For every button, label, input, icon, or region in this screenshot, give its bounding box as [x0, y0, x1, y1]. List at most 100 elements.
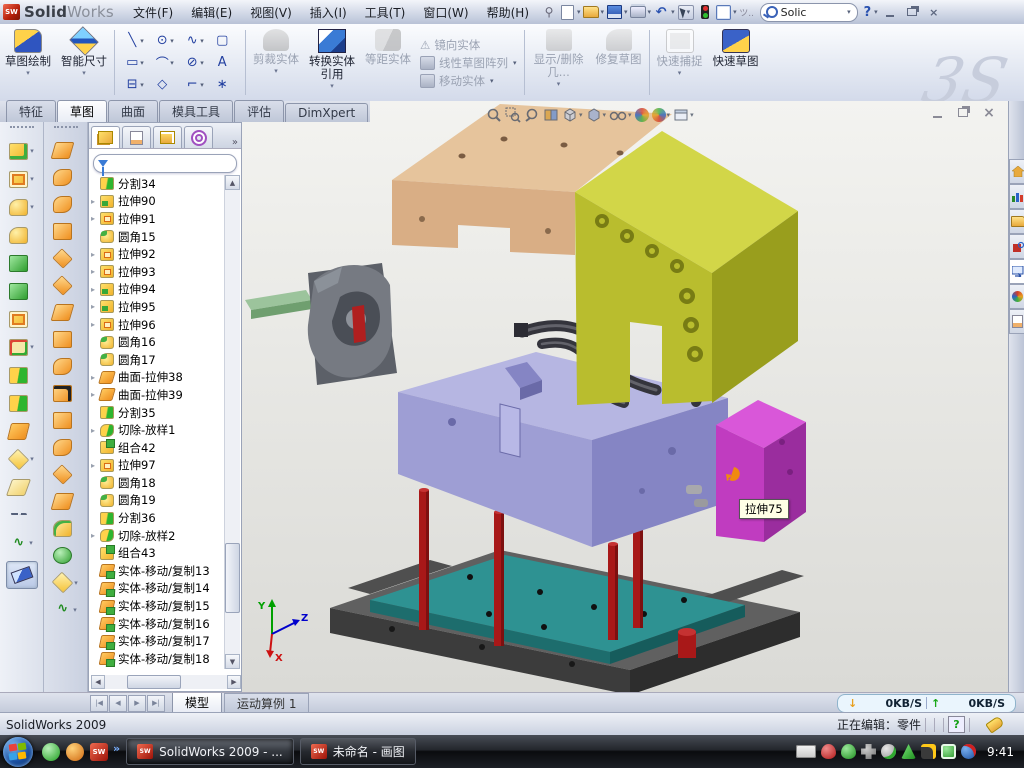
linear-sketch-pattern-button[interactable]: 线性草图阵列▾ — [420, 55, 518, 71]
scroll-up-button[interactable]: ▲ — [225, 175, 240, 190]
file-explorer-tab[interactable] — [1009, 209, 1024, 234]
toolbar-button[interactable]: ▾ — [44, 353, 87, 380]
toolbar-button[interactable]: ▾ — [44, 407, 87, 434]
menu-item[interactable]: 工具(T) — [356, 1, 415, 24]
instant3d-button-pressed[interactable] — [6, 561, 38, 589]
section-view-icon[interactable] — [543, 107, 559, 123]
command-tab[interactable]: DimXpert — [285, 103, 368, 122]
quick-tips-icon[interactable]: ? — [948, 716, 965, 733]
feature-tree-item[interactable]: ▸ 实体-移动/复制13 — [91, 562, 225, 580]
document-tab[interactable]: 运动算例 1 — [224, 693, 309, 714]
feature-tree-item[interactable]: ▸ 切除-放样1 — [91, 421, 225, 439]
side-block[interactable] — [716, 400, 806, 542]
overflow-icon[interactable]: ツ.. — [739, 4, 755, 20]
feature-tree-item[interactable]: ▸ 分割35 — [91, 404, 225, 422]
command-tab[interactable]: 特征 — [6, 100, 56, 122]
display-style-icon[interactable]: ▾ — [586, 107, 607, 123]
design-checker-icon[interactable] — [715, 4, 731, 20]
mirror-entities-button[interactable]: ⚠镜向实体 — [420, 37, 518, 53]
feature-tree-item[interactable]: ▸ 拉伸90 — [91, 193, 225, 211]
taskbar-clock[interactable]: 9:41 — [987, 745, 1014, 759]
featuremanager-tab[interactable] — [91, 126, 120, 148]
expand-arrow-icon[interactable]: ▸ — [91, 250, 100, 259]
hide-show-items-icon[interactable]: ▾ — [609, 107, 632, 123]
menu-item[interactable]: 窗口(W) — [414, 1, 477, 24]
next-tab-button[interactable]: ▶ — [128, 695, 146, 712]
feature-tree-item[interactable]: ▸ 拉伸93 — [91, 263, 225, 281]
toolbar-button[interactable]: ▾ — [44, 461, 87, 488]
help-icon[interactable]: ? — [862, 5, 874, 20]
feature-tree-item[interactable]: ▸ 组合42 — [91, 439, 225, 457]
search-value[interactable]: Solic — [781, 6, 846, 19]
network-warning-icon[interactable] — [921, 744, 936, 759]
toolbar-button[interactable]: ▾ — [44, 542, 87, 569]
dimxpertmanager-tab[interactable] — [184, 126, 213, 148]
restore-button[interactable] — [903, 5, 921, 20]
toolbar-button[interactable]: ▾ — [0, 305, 43, 333]
sketch-entity-button[interactable]: ⊘ ▾ — [180, 52, 210, 74]
toolbar-button[interactable]: ▾ — [0, 361, 43, 389]
messenger-icon[interactable] — [42, 743, 60, 761]
toolbar-button[interactable]: ▾ — [44, 434, 87, 461]
feature-tree-item[interactable]: ▸ 圆角19 — [91, 492, 225, 510]
close-button[interactable]: × — [925, 5, 943, 20]
panel-tabs-more[interactable]: » — [232, 137, 238, 148]
sketch-entity-button[interactable]: ▭ ▾ — [120, 52, 150, 74]
command-tab[interactable]: 模具工具 — [159, 100, 233, 122]
expand-arrow-icon[interactable]: ▸ — [91, 320, 100, 329]
toolbar-button[interactable]: ▾ — [44, 515, 87, 542]
prev-tab-button[interactable]: ◀ — [109, 695, 127, 712]
display-delete-relations-button[interactable]: 显示/删除几...▾ — [527, 24, 591, 101]
command-tab[interactable]: 草图 — [57, 100, 107, 122]
feature-tree-item[interactable]: ▸ 实体-移动/复制18 — [91, 650, 225, 668]
scroll-left-button[interactable]: ◀ — [91, 675, 105, 689]
print-icon[interactable] — [630, 4, 646, 20]
sketch-entity-button[interactable]: ▢ ▾ — [210, 30, 240, 52]
toolbar-button[interactable]: ▾ — [0, 165, 43, 193]
protection-ball-icon[interactable] — [961, 744, 976, 759]
doc-minimize-button[interactable] — [928, 105, 946, 120]
feature-tree-item[interactable]: ▸ 实体-移动/复制15 — [91, 597, 225, 615]
scroll-down-button[interactable]: ▼ — [225, 654, 240, 669]
feature-tree-item[interactable]: ▸ 圆角18 — [91, 474, 225, 492]
design-library-tab[interactable] — [1009, 184, 1024, 209]
sketch-entity-button[interactable]: A ▾ — [210, 52, 240, 74]
toolbar-button[interactable]: ▾ — [0, 333, 43, 361]
last-tab-button[interactable]: ▶| — [147, 695, 165, 712]
document-tab[interactable]: 模型 — [172, 693, 222, 713]
smart-dimension-button[interactable]: 智能尺寸▾ — [56, 24, 112, 101]
save-icon[interactable] — [606, 4, 622, 20]
toolbar-button[interactable]: ▾ — [44, 137, 87, 164]
minimize-button[interactable] — [881, 5, 899, 20]
tree-horizontal-scrollbar[interactable]: ◀ ▶ — [91, 675, 241, 689]
feature-tree-item[interactable]: ▸ 拉伸94 — [91, 281, 225, 299]
appearances-scenes-tab[interactable] — [1009, 284, 1024, 309]
sketch-entity-button[interactable]: ⌐ ▾ — [180, 74, 210, 96]
zoom-previous-icon[interactable] — [524, 107, 540, 123]
menu-item[interactable]: 视图(V) — [241, 1, 301, 24]
antivirus-shield-icon[interactable] — [841, 744, 856, 759]
feature-tree-item[interactable]: ▸ 实体-移动/复制14 — [91, 580, 225, 598]
apply-scene-icon[interactable]: ▾ — [652, 108, 671, 122]
feature-tree-item[interactable]: ▸ 拉伸96 — [91, 316, 225, 334]
security-alert-icon[interactable] — [821, 744, 836, 759]
toolbar-button[interactable]: ▾ — [44, 191, 87, 218]
custom-properties-tab[interactable] — [1009, 309, 1024, 334]
convert-entities-button[interactable]: 转换实体引用▾ — [304, 24, 360, 101]
sketch-button[interactable]: 草图绘制▾ — [0, 24, 56, 101]
expand-arrow-icon[interactable]: ▸ — [91, 302, 100, 311]
select-cursor-icon[interactable]: ▾ — [678, 5, 695, 20]
feature-tree-item[interactable]: ▸ 组合43 — [91, 544, 225, 562]
taskbar-button[interactable]: SW 未命名 - 画图 — [300, 738, 416, 765]
menu-item[interactable]: 帮助(H) — [478, 1, 538, 24]
menu-item[interactable]: 编辑(E) — [182, 1, 241, 24]
offset-entities-button[interactable]: 等距实体 — [360, 24, 416, 101]
feature-tree-item[interactable]: ▸ 拉伸95 — [91, 298, 225, 316]
trim-entities-button[interactable]: 剪裁实体▾ — [248, 24, 304, 101]
sketch-entity-button[interactable]: ∗ ▾ — [210, 74, 240, 96]
zoom-to-area-icon[interactable] — [505, 107, 521, 123]
toolbar-button[interactable]: ▾ — [0, 417, 43, 445]
sketch-entity-button[interactable]: ◇ ▾ — [150, 74, 180, 96]
health-shield-icon[interactable] — [941, 744, 956, 759]
command-tab[interactable]: 曲面 — [108, 100, 158, 122]
